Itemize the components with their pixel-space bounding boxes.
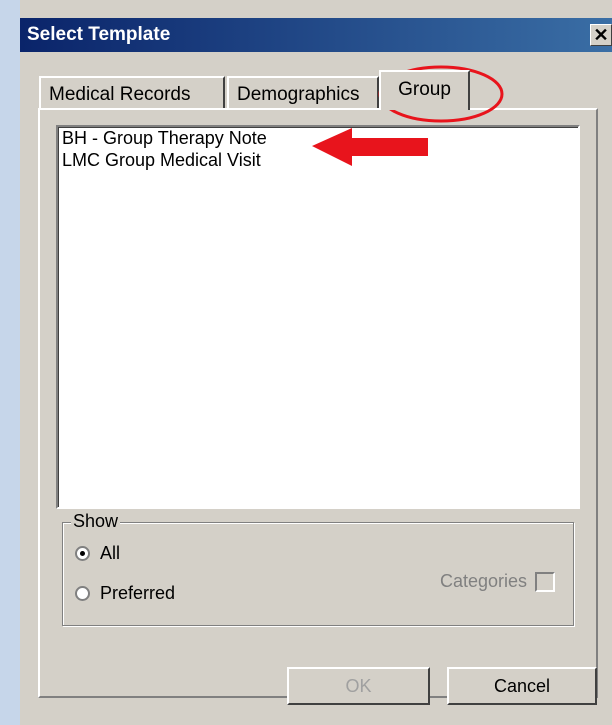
template-list[interactable]: BH - Group Therapy Note LMC Group Medica… [56, 125, 580, 509]
radio-preferred[interactable]: Preferred [75, 583, 175, 604]
tab-panel: BH - Group Therapy Note LMC Group Medica… [38, 108, 598, 698]
radio-preferred-label: Preferred [100, 583, 176, 603]
title-bar[interactable]: Select Template ✕ [20, 18, 612, 52]
tab-label: Medical Records [49, 84, 191, 105]
close-button[interactable]: ✕ [590, 24, 612, 46]
tab-medical-records[interactable]: Medical Records [39, 76, 225, 108]
list-item[interactable]: BH - Group Therapy Note [58, 127, 578, 149]
tab-group[interactable]: Group [379, 70, 470, 110]
categories-checkbox[interactable] [535, 571, 555, 592]
tab-demographics[interactable]: Demographics [227, 76, 379, 108]
radio-all-label: All [100, 543, 121, 563]
cancel-button[interactable]: Cancel [447, 667, 597, 705]
close-icon: ✕ [593, 25, 609, 45]
tab-label: Group [398, 79, 451, 100]
categories-label: Categories [439, 571, 527, 591]
show-legend: Show [71, 511, 121, 532]
radio-all-icon[interactable] [75, 546, 90, 561]
window-title: Select Template [27, 24, 171, 45]
background-strip [0, 0, 20, 725]
tab-label: Demographics [237, 84, 360, 105]
categories-option: Categories [440, 571, 555, 592]
select-template-dialog: Select Template ✕ Medical Records Demogr… [0, 0, 612, 725]
dialog-client: Medical Records Demographics BH - Group … [20, 52, 612, 725]
radio-all[interactable]: All [75, 543, 120, 564]
radio-preferred-icon[interactable] [75, 586, 90, 601]
show-groupbox: Show All Preferred Categories [62, 511, 574, 626]
list-item[interactable]: LMC Group Medical Visit [58, 149, 578, 171]
radio-selected-dot [80, 551, 85, 556]
ok-button[interactable]: OK [287, 667, 430, 705]
